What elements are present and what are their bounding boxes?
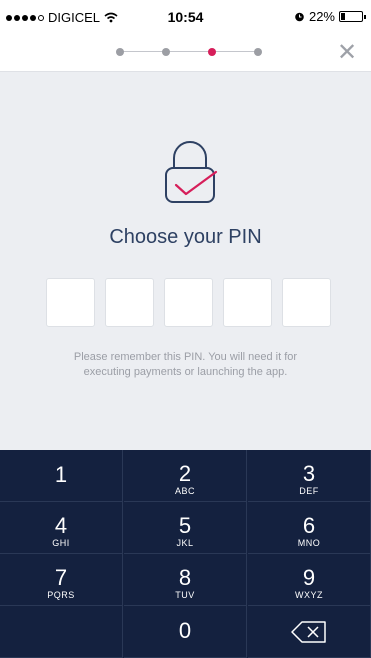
- key-9[interactable]: 9 WXYZ: [248, 554, 371, 606]
- step-dot: [162, 48, 170, 56]
- pin-digit-box[interactable]: [223, 278, 272, 327]
- pin-hint-text: Please remember this PIN. You will need …: [73, 351, 298, 378]
- key-letters: TUV: [175, 590, 195, 600]
- key-digit: 5: [178, 513, 192, 538]
- lock-check-icon: [165, 141, 218, 203]
- key-letters: DEF: [299, 486, 319, 496]
- key-digit: 2: [178, 461, 192, 486]
- key-4[interactable]: 4 GHI: [0, 502, 123, 554]
- close-button[interactable]: ✕: [335, 38, 359, 68]
- key-digit: 1: [54, 462, 68, 487]
- backspace-icon: [291, 621, 326, 643]
- key-digit: 9: [302, 565, 316, 590]
- key-empty: [0, 606, 123, 658]
- battery-icon: [339, 11, 366, 22]
- status-bar: DIGICEL 10:54 22%: [0, 0, 371, 36]
- key-letters: JKL: [176, 538, 194, 548]
- key-letters: PQRS: [47, 590, 75, 600]
- key-8[interactable]: 8 TUV: [124, 554, 247, 606]
- key-5[interactable]: 5 JKL: [124, 502, 247, 554]
- key-letters: WXYZ: [295, 590, 323, 600]
- key-0[interactable]: 0: [124, 606, 247, 658]
- key-letters: ABC: [174, 486, 195, 496]
- key-2[interactable]: 2 ABC: [124, 450, 247, 502]
- pin-input[interactable]: [46, 278, 331, 327]
- pin-digit-box[interactable]: [46, 278, 95, 327]
- progress-stepper: [116, 47, 264, 57]
- pin-digit-box[interactable]: [282, 278, 331, 327]
- step-dot: [208, 48, 216, 56]
- step-dot: [254, 48, 262, 56]
- pin-digit-box[interactable]: [105, 278, 154, 327]
- step-dot: [116, 48, 124, 56]
- alarm-icon: [295, 12, 304, 22]
- key-1[interactable]: 1: [0, 450, 123, 502]
- key-digit: 4: [54, 513, 68, 538]
- battery-percent: 22%: [308, 9, 335, 24]
- numeric-keypad: 1 2 ABC 3 DEF 4 GHI 5 JKL 6 MNO 7 PQRS 8 TUV 9 WXYZ 0: [0, 450, 371, 658]
- key-6[interactable]: 6 MNO: [248, 502, 371, 554]
- key-digit: 3: [302, 461, 316, 486]
- pin-digit-box[interactable]: [164, 278, 213, 327]
- key-letters: GHI: [52, 538, 70, 548]
- top-bar: ✕: [0, 36, 371, 72]
- key-digit: 6: [302, 513, 316, 538]
- key-digit: 0: [178, 618, 192, 643]
- page-title: Choose your PIN: [109, 226, 262, 248]
- status-right: 22%: [294, 9, 366, 24]
- key-letters: MNO: [297, 538, 321, 548]
- key-digit: 8: [178, 565, 192, 590]
- key-7[interactable]: 7 PQRS: [0, 554, 123, 606]
- backspace-button[interactable]: [248, 606, 371, 658]
- key-3[interactable]: 3 DEF: [248, 450, 371, 502]
- key-digit: 7: [54, 565, 68, 590]
